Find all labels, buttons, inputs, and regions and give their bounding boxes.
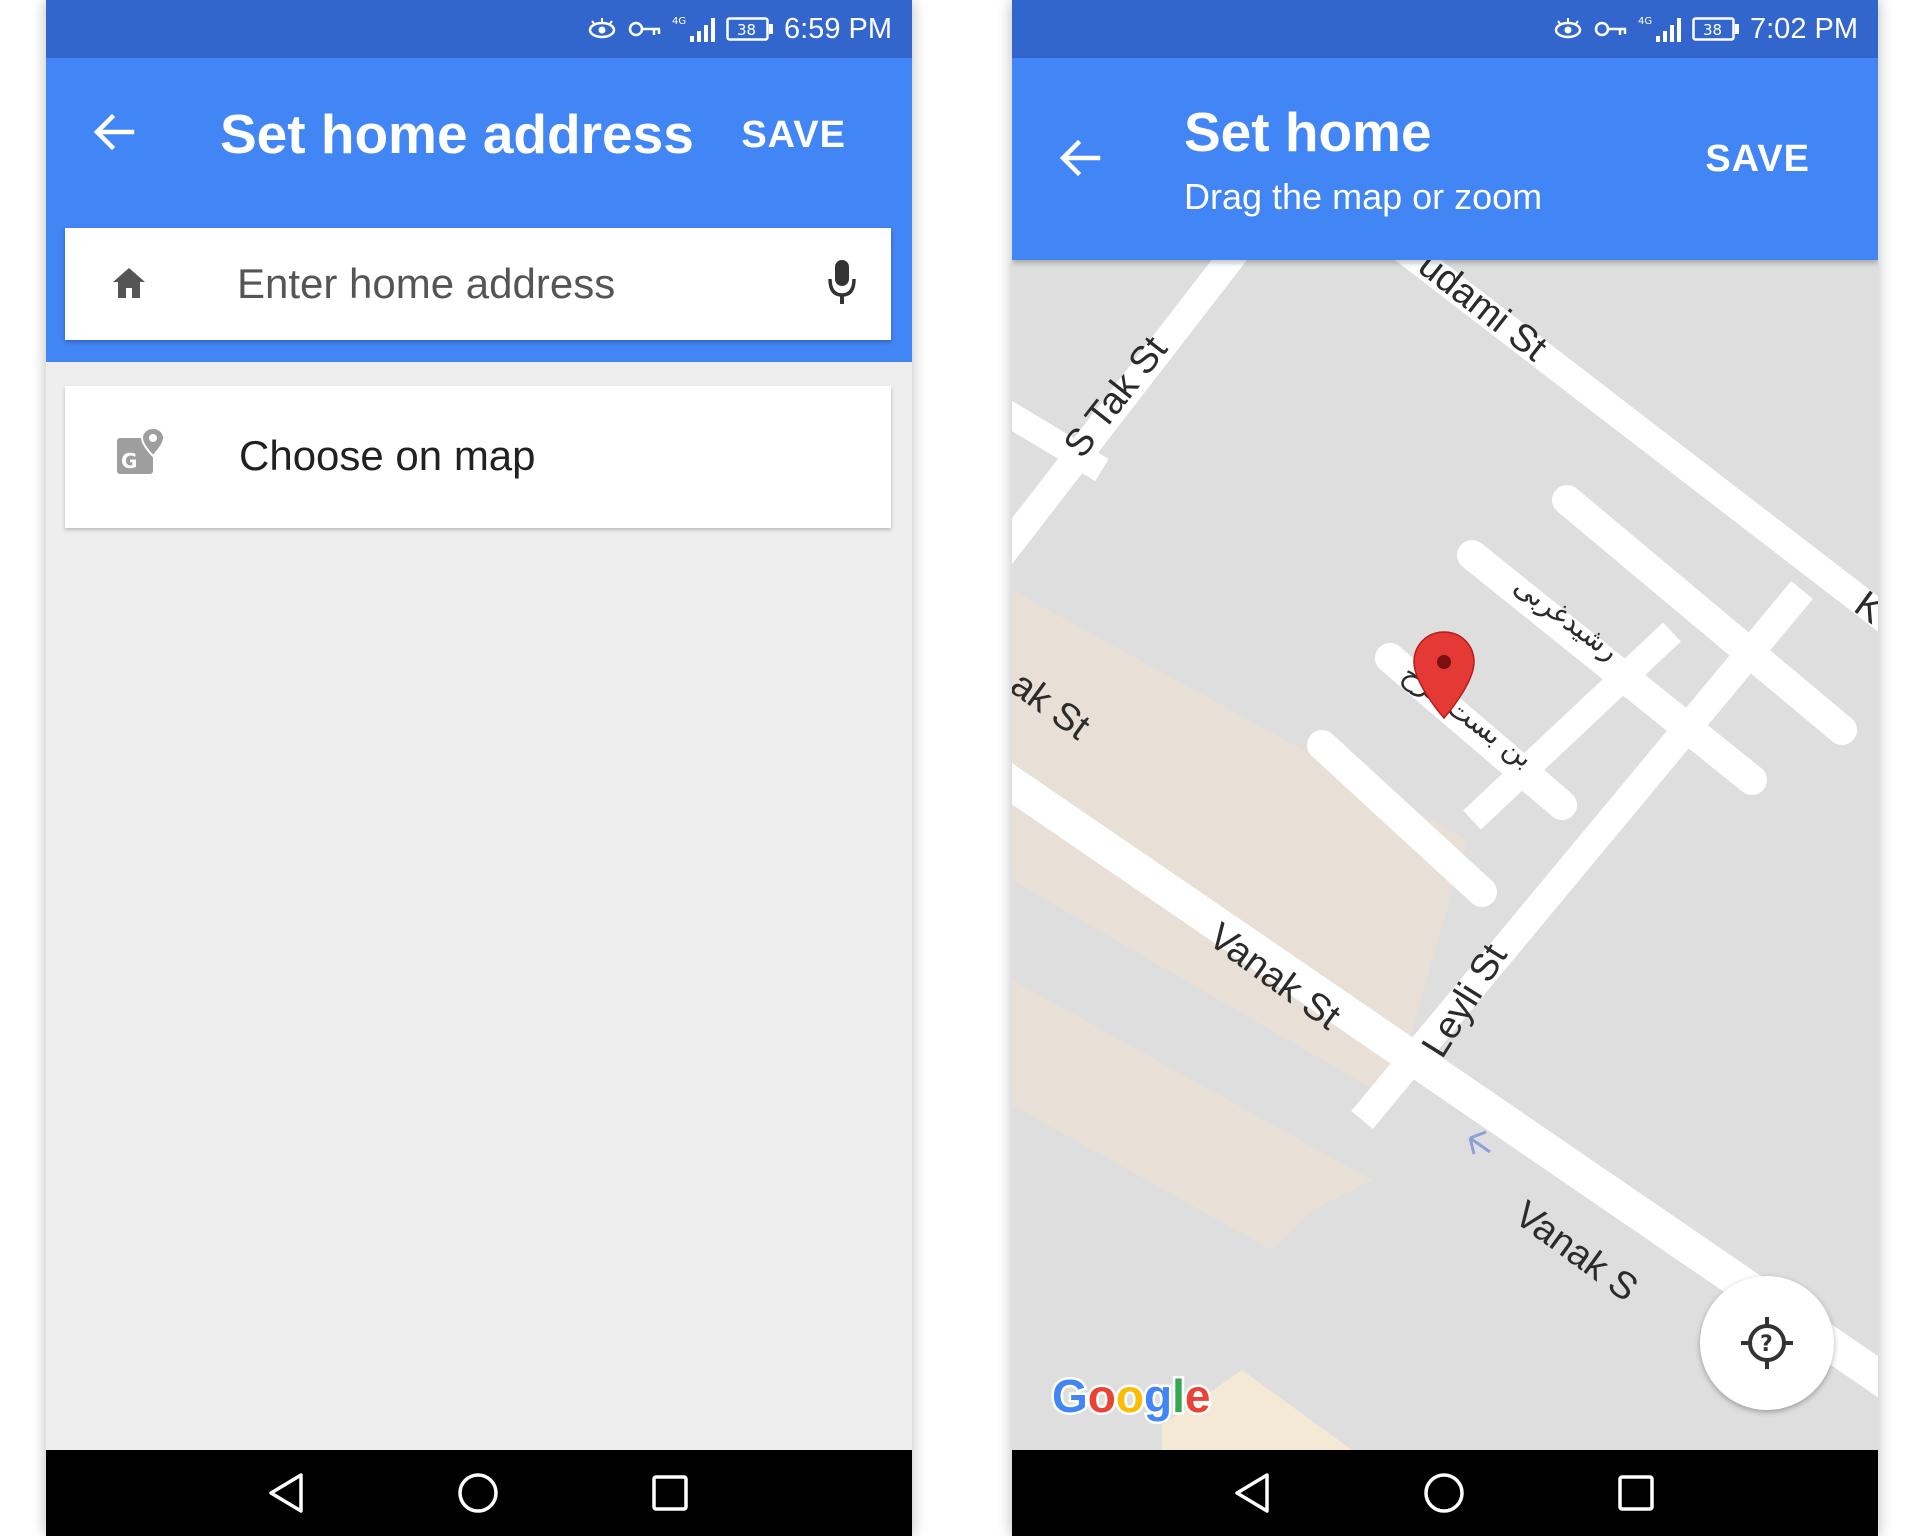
map-location-icon: G	[117, 426, 165, 474]
eye-comfort-icon	[1554, 18, 1582, 39]
locate-unknown-icon: ?	[1741, 1317, 1793, 1369]
street-label-rashid: رشیدغربی	[1508, 569, 1626, 667]
save-button[interactable]: SAVE	[1705, 138, 1810, 181]
home-address-input[interactable]	[237, 250, 777, 318]
square-recents-icon	[652, 1475, 688, 1511]
svg-text:4G: 4G	[1638, 16, 1652, 27]
status-icons: 4G 38 7:02 PM	[1552, 12, 1858, 46]
google-logo-letter: o	[1116, 1370, 1144, 1422]
page-subtitle: Drag the map or zoom	[1184, 176, 1543, 217]
nav-recents-button[interactable]	[640, 1463, 700, 1523]
page-title: Set home	[1184, 101, 1432, 163]
battery-icon: 38	[726, 17, 773, 41]
choose-on-map-label: Choose on map	[239, 432, 536, 479]
svg-text:G: G	[121, 449, 137, 473]
choose-on-map-item[interactable]: G Choose on map	[65, 386, 891, 528]
app-bar: Set home Drag the map or zoom SAVE	[1012, 58, 1878, 260]
google-logo: Google	[1052, 1370, 1210, 1422]
nav-back-button[interactable]	[1222, 1463, 1282, 1523]
signal-4g-icon: 4G	[1638, 16, 1681, 42]
google-logo-letter: l	[1172, 1370, 1185, 1422]
one-way-arrow	[1468, 1130, 1491, 1155]
google-logo-letter: G	[1052, 1370, 1088, 1422]
vpn-key-icon	[1594, 21, 1627, 37]
app-bar: Set home address SAVE	[46, 58, 912, 362]
system-nav-bar	[46, 1450, 912, 1536]
back-button[interactable]	[1048, 126, 1112, 190]
square-recents-icon	[1618, 1475, 1654, 1511]
battery-icon: 38	[1692, 17, 1739, 41]
svg-text:?: ?	[1760, 1332, 1773, 1357]
right-phone-screen: 4G 38 7:02 PM Set home Drag the map or z…	[1012, 0, 1878, 1536]
triangle-back-icon	[269, 1473, 303, 1513]
svg-text:38: 38	[737, 21, 756, 39]
search-bar	[65, 228, 891, 340]
google-logo-letter: g	[1144, 1370, 1172, 1422]
status-icons: 4G 38 6:59 PM	[586, 12, 892, 46]
nav-back-button[interactable]	[256, 1463, 316, 1523]
arrow-back-icon	[93, 113, 135, 151]
signal-4g-icon: 4G	[672, 16, 715, 42]
svg-text:4G: 4G	[672, 16, 686, 27]
eye-comfort-icon	[588, 18, 616, 39]
status-bar: 4G 38 6:59 PM	[46, 0, 912, 58]
status-time: 7:02 PM	[1750, 13, 1858, 45]
svg-text:38: 38	[1703, 21, 1722, 39]
street-label-s-tak: S Tak St	[1056, 328, 1176, 465]
my-location-button[interactable]: ?	[1700, 1276, 1834, 1410]
street-label-udami: udami St	[1410, 260, 1554, 370]
circle-home-icon	[1424, 1473, 1464, 1513]
status-time: 6:59 PM	[784, 13, 892, 45]
left-phone-screen: 4G 38 6:59 PM Set home address SAVE G Ch…	[46, 0, 912, 1536]
nav-home-button[interactable]	[448, 1463, 508, 1523]
save-button[interactable]: SAVE	[741, 114, 846, 157]
microphone-icon[interactable]	[827, 258, 857, 306]
status-bar: 4G 38 7:02 PM	[1012, 0, 1878, 58]
arrow-back-icon	[1059, 139, 1101, 177]
system-nav-bar	[1012, 1450, 1878, 1536]
map-canvas[interactable]: udami St S Tak St ak St Vanak St Vanak S…	[1012, 260, 1878, 1450]
nav-home-button[interactable]	[1414, 1463, 1474, 1523]
vpn-key-icon	[628, 21, 661, 37]
google-logo-letter: e	[1185, 1370, 1211, 1422]
circle-home-icon	[458, 1473, 498, 1513]
home-icon	[113, 268, 145, 298]
page-title: Set home address	[220, 103, 694, 165]
nav-recents-button[interactable]	[1606, 1463, 1666, 1523]
back-button[interactable]	[82, 100, 146, 164]
google-logo-letter: o	[1088, 1370, 1116, 1422]
triangle-back-icon	[1235, 1473, 1269, 1513]
map-view[interactable]: udami St S Tak St ak St Vanak St Vanak S…	[1012, 260, 1878, 1450]
